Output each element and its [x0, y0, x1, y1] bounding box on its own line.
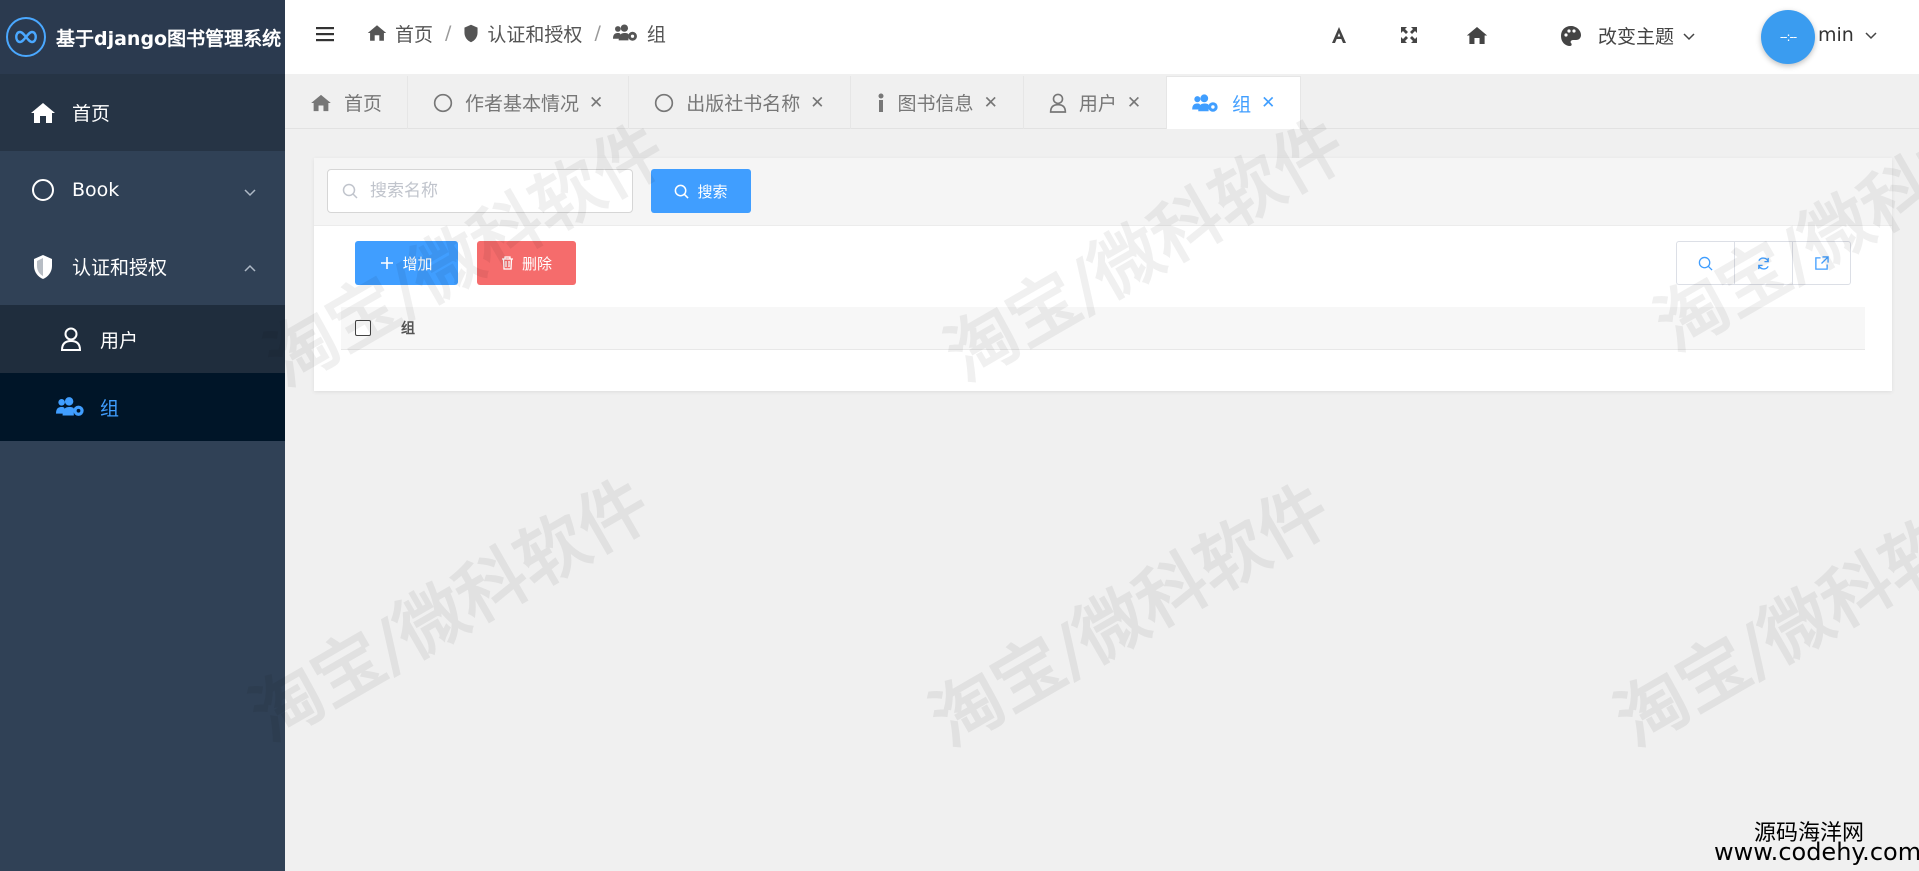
sidebar-subitem-label: 用户	[100, 329, 139, 352]
avatar[interactable]: --:--	[1761, 10, 1815, 64]
tab-books[interactable]: 图书信息 ✕	[851, 76, 1024, 129]
user-icon	[56, 324, 86, 354]
tab-close-icon[interactable]: ✕	[810, 93, 824, 113]
users-cog-icon	[1192, 93, 1218, 112]
chevron-down-icon	[1683, 32, 1695, 40]
tab-authors[interactable]: 作者基本情况 ✕	[408, 76, 630, 129]
chevron-up-icon	[243, 259, 257, 281]
sidebar-item-label: 认证和授权	[72, 257, 168, 279]
breadcrumb-item-groups: 组	[612, 20, 666, 47]
chevron-down-icon	[1865, 32, 1877, 40]
breadcrumb-separator: /	[594, 22, 601, 44]
shield-icon	[464, 24, 478, 42]
palette-icon	[1561, 25, 1581, 46]
trash-icon	[501, 256, 513, 270]
circle-icon	[433, 93, 453, 112]
users-cog-icon	[56, 392, 86, 422]
search-icon	[342, 183, 358, 199]
export-button[interactable]	[1793, 242, 1850, 284]
select-all-checkbox[interactable]	[355, 320, 371, 336]
user-icon	[1049, 93, 1066, 113]
home-icon	[311, 94, 331, 111]
circle-icon	[655, 93, 674, 112]
tab-home[interactable]: 首页	[285, 76, 409, 129]
sidebar-item-label: 首页	[72, 103, 111, 125]
hamburger-menu-icon[interactable]	[315, 24, 335, 44]
infinity-logo-icon	[6, 17, 46, 57]
sidebar-subitem-users[interactable]: 用户	[0, 305, 285, 373]
fullscreen-icon[interactable]	[1398, 24, 1420, 46]
table-tools	[1676, 241, 1851, 285]
credit-line2: www.codehy.com	[1714, 838, 1919, 866]
breadcrumb-separator: /	[445, 22, 452, 44]
theme-switcher[interactable]: 改变主题	[1560, 22, 1696, 49]
table-header-row: 组	[341, 307, 1865, 350]
home-icon	[367, 25, 387, 41]
refresh-button[interactable]	[1735, 242, 1793, 284]
tab-close-icon[interactable]: ✕	[1127, 93, 1141, 113]
sidebar: 基于django图书管理系统 首页 Book 认证和授权 用户 组	[0, 0, 285, 871]
search-input[interactable]	[368, 180, 608, 202]
breadcrumb-item-home[interactable]: 首页	[367, 20, 433, 47]
tab-groups[interactable]: 组 ✕	[1167, 76, 1302, 129]
delete-button[interactable]: 删除	[477, 241, 576, 285]
chevron-down-icon	[243, 182, 257, 204]
column-header-group[interactable]: 组	[401, 318, 415, 338]
tab-users[interactable]: 用户 ✕	[1024, 76, 1168, 129]
search-icon	[1698, 256, 1713, 271]
search-icon	[675, 184, 690, 199]
font-size-icon[interactable]	[1328, 24, 1350, 46]
tab-publishers[interactable]: 出版社书名称 ✕	[629, 76, 851, 129]
sidebar-item-auth[interactable]: 认证和授权	[0, 228, 285, 305]
sidebar-item-home[interactable]: 首页	[0, 74, 285, 151]
tab-close-icon[interactable]: ✕	[589, 93, 603, 113]
table-search-button[interactable]	[1677, 242, 1735, 284]
sidebar-item-book[interactable]: Book	[0, 151, 285, 228]
sidebar-subitem-groups[interactable]: 组	[0, 373, 285, 441]
add-button[interactable]: 增加	[355, 241, 458, 285]
circle-icon	[28, 175, 58, 205]
info-icon	[878, 93, 884, 112]
search-bar: 搜索	[314, 158, 1892, 226]
search-button[interactable]: 搜索	[651, 169, 751, 213]
search-field[interactable]	[327, 169, 633, 213]
export-icon	[1815, 255, 1829, 270]
username-label: min	[1818, 24, 1854, 46]
tabs-bar: 首页 作者基本情况 ✕ 出版社书名称 ✕ 图书信息 ✕ 用户 ✕ 组 ✕	[285, 76, 1919, 129]
plus-icon	[381, 257, 394, 269]
content-card: 搜索 增加 删除 组	[314, 158, 1892, 391]
watermark: 淘宝/微科软件	[917, 468, 1344, 763]
breadcrumb-item-auth[interactable]: 认证和授权	[463, 20, 582, 47]
watermark: 淘宝/微科软件	[237, 463, 664, 758]
tab-close-icon[interactable]: ✕	[984, 93, 998, 113]
home-icon[interactable]	[1466, 24, 1488, 46]
refresh-icon	[1758, 256, 1769, 270]
brand: 基于django图书管理系统	[0, 0, 285, 74]
sidebar-subitem-label: 组	[100, 397, 120, 420]
watermark: 淘宝/微科软件	[1602, 468, 1919, 763]
users-cog-icon	[612, 24, 637, 41]
app-title: 基于django图书管理系统	[56, 27, 282, 50]
sidebar-item-label: Book	[72, 178, 120, 201]
home-icon	[28, 98, 58, 128]
tab-close-icon[interactable]: ✕	[1261, 93, 1275, 113]
top-header: 首页 / 认证和授权 / 组 改变主题 --:-- min	[285, 0, 1919, 74]
shield-icon	[28, 252, 58, 282]
breadcrumb: 首页 / 认证和授权 / 组	[367, 18, 666, 48]
user-menu[interactable]: min	[1818, 24, 1878, 46]
theme-label: 改变主题	[1598, 26, 1675, 48]
